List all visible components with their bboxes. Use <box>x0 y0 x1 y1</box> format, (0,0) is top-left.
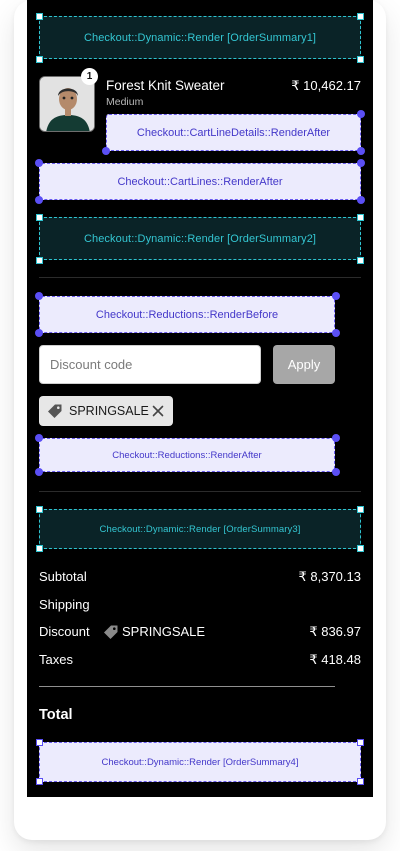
resize-handle[interactable] <box>357 214 364 221</box>
extension-label: Checkout::Dynamic::Render [OrderSummary4… <box>101 756 299 768</box>
extension-reductions-after[interactable]: Checkout::Reductions::RenderAfter <box>39 438 335 472</box>
discount-chip: SPRINGSALE <box>39 396 173 426</box>
resize-handle[interactable] <box>357 147 365 155</box>
resize-handle[interactable] <box>357 778 364 785</box>
resize-handle[interactable] <box>357 159 365 167</box>
resize-handle[interactable] <box>36 257 43 264</box>
extension-order-summary-3[interactable]: Checkout::Dynamic::Render [OrderSummary3… <box>39 509 361 549</box>
resize-handle[interactable] <box>357 196 365 204</box>
tag-icon <box>48 404 62 418</box>
resize-handle[interactable] <box>35 329 43 337</box>
resize-handle[interactable] <box>36 778 43 785</box>
resize-handle[interactable] <box>35 434 43 442</box>
discount-label: Discount <box>39 624 90 639</box>
product-image <box>40 77 94 131</box>
resize-handle[interactable] <box>35 159 43 167</box>
resize-handle[interactable] <box>357 739 364 746</box>
subtotal-value: ₹ 8,370.13 <box>298 569 362 584</box>
shipping-label: Shipping <box>39 597 90 612</box>
taxes-label: Taxes <box>39 652 73 667</box>
divider <box>39 277 361 278</box>
resize-handle[interactable] <box>36 13 43 20</box>
discount-chip-code: SPRINGSALE <box>69 404 149 418</box>
resize-handle[interactable] <box>36 214 43 221</box>
extension-reductions-before[interactable]: Checkout::Reductions::RenderBefore <box>39 296 335 333</box>
product-variant: Medium <box>106 96 144 108</box>
resize-handle[interactable] <box>357 506 364 513</box>
close-icon[interactable] <box>150 403 166 419</box>
resize-handle[interactable] <box>35 292 43 300</box>
extension-label: Checkout::Reductions::RenderAfter <box>112 449 262 461</box>
extension-cart-line-details-after[interactable]: Checkout::CartLineDetails::RenderAfter <box>106 114 361 151</box>
extension-order-summary-2[interactable]: Checkout::Dynamic::Render [OrderSummary2… <box>39 217 361 260</box>
extension-cart-lines-after[interactable]: Checkout::CartLines::RenderAfter <box>39 163 361 200</box>
resize-handle[interactable] <box>36 739 43 746</box>
quantity-badge: 1 <box>81 68 98 85</box>
resize-handle[interactable] <box>357 545 364 552</box>
summary-discount-code: SPRINGSALE <box>122 624 206 639</box>
resize-handle[interactable] <box>35 196 43 204</box>
extension-label: Checkout::CartLines::RenderAfter <box>117 175 283 188</box>
divider <box>39 491 361 492</box>
product-price: ₹ 10,462.17 <box>291 78 361 93</box>
resize-handle[interactable] <box>36 56 43 63</box>
extension-order-summary-4[interactable]: Checkout::Dynamic::Render [OrderSummary4… <box>39 742 361 782</box>
resize-handle[interactable] <box>332 292 340 300</box>
resize-handle[interactable] <box>357 110 365 118</box>
extension-order-summary-1[interactable]: Checkout::Dynamic::Render [OrderSummary1… <box>39 16 361 59</box>
resize-handle[interactable] <box>36 545 43 552</box>
discount-code-input[interactable] <box>39 345 261 384</box>
total-label: Total <box>39 707 73 723</box>
resize-handle[interactable] <box>332 468 340 476</box>
apply-discount-button[interactable]: Apply <box>273 345 335 384</box>
taxes-value: ₹ 418.48 <box>309 652 361 667</box>
tag-icon <box>104 625 118 639</box>
resize-handle[interactable] <box>357 257 364 264</box>
resize-handle[interactable] <box>357 56 364 63</box>
subtotal-label: Subtotal <box>39 569 87 584</box>
resize-handle[interactable] <box>357 13 364 20</box>
resize-handle[interactable] <box>332 434 340 442</box>
resize-handle[interactable] <box>35 468 43 476</box>
extension-label: Checkout::Dynamic::Render [OrderSummary2… <box>83 232 317 245</box>
resize-handle[interactable] <box>36 506 43 513</box>
order-summary-panel: Checkout::Dynamic::Render [OrderSummary1… <box>27 0 373 797</box>
resize-handle[interactable] <box>102 147 110 155</box>
extension-label: Checkout::Dynamic::Render [OrderSummary1… <box>83 31 317 44</box>
extension-label: Checkout::Reductions::RenderBefore <box>95 308 279 321</box>
product-title: Forest Knit Sweater <box>106 78 225 93</box>
extension-label: Checkout::Dynamic::Render [OrderSummary3… <box>99 523 301 535</box>
discount-value: ₹ 836.97 <box>309 624 361 639</box>
extension-label: Checkout::CartLineDetails::RenderAfter <box>136 126 331 139</box>
resize-handle[interactable] <box>332 329 340 337</box>
divider <box>39 686 335 687</box>
